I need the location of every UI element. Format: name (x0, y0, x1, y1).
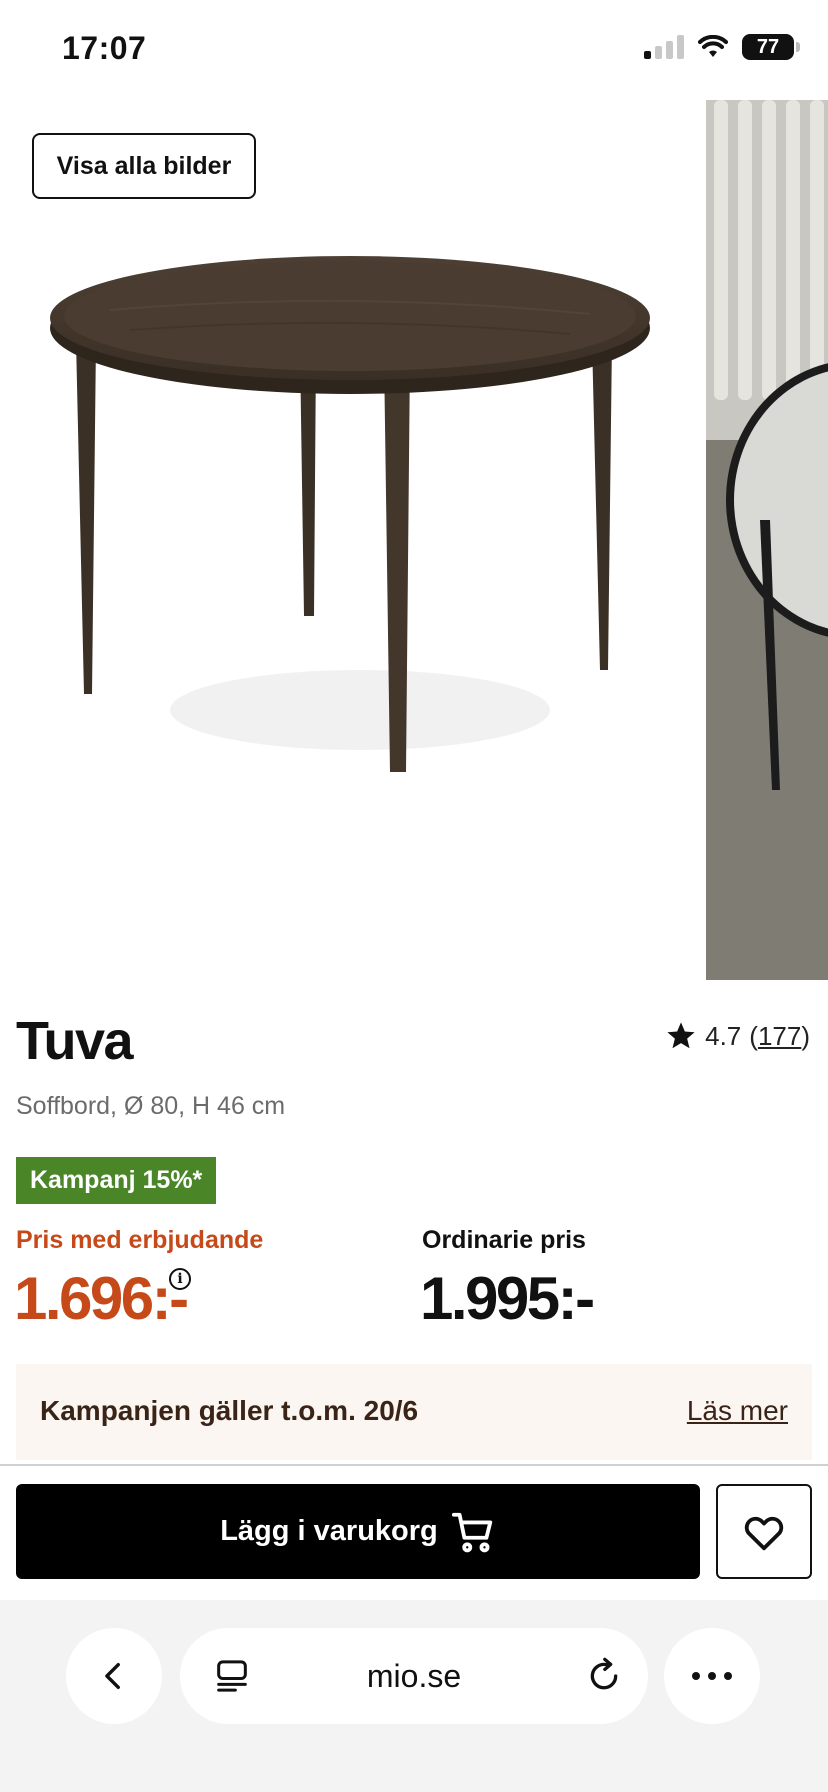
wifi-icon (698, 35, 728, 57)
info-icon[interactable]: i (169, 1268, 191, 1290)
battery-icon: 77 (742, 34, 800, 60)
more-icon (692, 1672, 732, 1680)
divider (0, 1464, 828, 1466)
star-icon (667, 1022, 695, 1049)
campaign-badge: Kampanj 15%* (16, 1157, 217, 1204)
cart-icon (451, 1512, 492, 1552)
product-title: Tuva (16, 1011, 134, 1071)
cellular-signal-icon (644, 35, 684, 59)
regular-price-label: Ordinarie pris (422, 1226, 586, 1254)
show-all-images-button[interactable]: Visa alla bilder (32, 133, 256, 199)
rating[interactable]: 4.7 (177) (665, 1020, 810, 1052)
reload-icon[interactable] (584, 1656, 624, 1701)
favorite-button[interactable] (716, 1484, 812, 1579)
add-to-cart-label: Lägg i varukorg (220, 1515, 438, 1547)
campaign-notice-text: Kampanjen gäller t.o.m. 20/6 (40, 1395, 419, 1426)
add-to-cart-button[interactable]: Lägg i varukorg (16, 1484, 700, 1579)
product-image-secondary[interactable] (706, 100, 828, 980)
offer-price: 1.696:- (14, 1265, 189, 1332)
rating-paren-close: ) (801, 1020, 810, 1051)
more-options-button[interactable] (664, 1628, 760, 1724)
read-more-link[interactable]: Läs mer (687, 1395, 788, 1427)
reader-mode-icon[interactable] (212, 1656, 252, 1701)
regular-price: 1.995:- (420, 1265, 595, 1332)
product-image[interactable] (30, 230, 670, 830)
product-description: Soffbord, Ø 80, H 46 cm (16, 1092, 286, 1120)
chevron-left-icon (105, 1662, 120, 1690)
offer-price-label: Pris med erbjudande (16, 1226, 264, 1254)
back-button[interactable] (66, 1628, 162, 1724)
rating-score: 4.7 (705, 1020, 742, 1051)
heart-icon (744, 1516, 784, 1550)
rating-paren-open: ( (749, 1020, 758, 1051)
review-count-link[interactable]: 177 (758, 1021, 801, 1051)
status-icons: 77 (644, 34, 800, 60)
status-time: 17:07 (62, 30, 147, 66)
